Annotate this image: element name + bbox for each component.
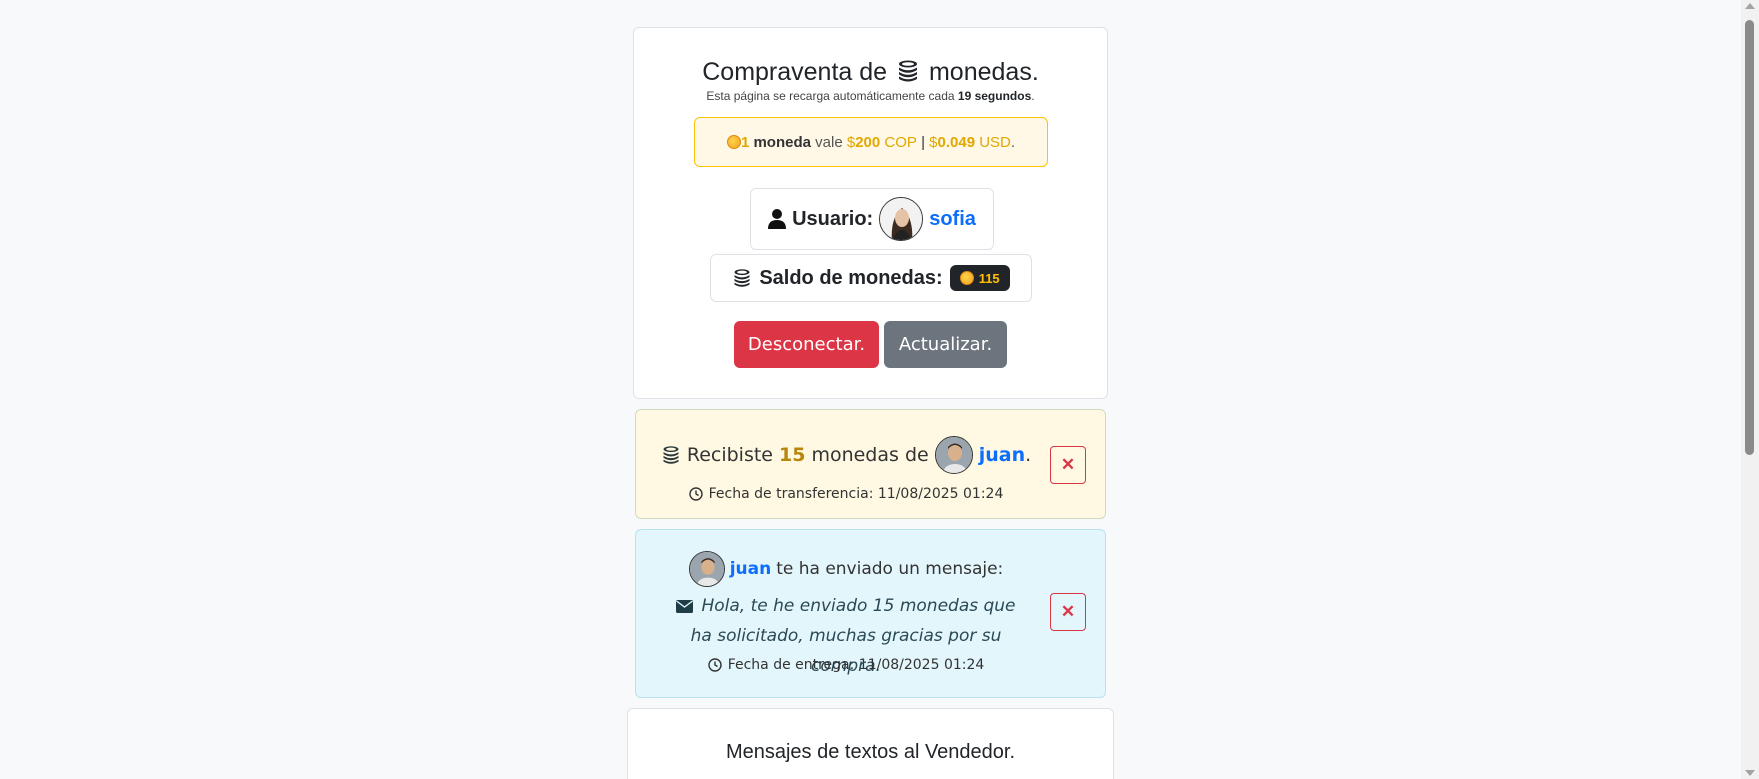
- envelope-icon: [676, 600, 694, 613]
- balance-box: Saldo de monedas: 115: [710, 254, 1032, 302]
- user-box: Usuario: sofia: [750, 188, 994, 250]
- balance-badge: 115: [949, 265, 1010, 291]
- page: Compraventa de monedas. Esta página se r…: [0, 0, 1759, 779]
- clock-icon: [688, 487, 703, 501]
- balance-value: 115: [978, 270, 1000, 286]
- transfer-alert: Recibiste 15 monedas de juan. Fecha de t…: [635, 409, 1106, 519]
- reload-notice: Esta página se recarga automáticamente c…: [634, 89, 1107, 103]
- coins-icon: [899, 60, 918, 82]
- transfer-prefix: Recibiste: [686, 444, 773, 466]
- transfer-middle: monedas de: [811, 444, 929, 466]
- user-icon: [768, 209, 787, 229]
- main-card: Compraventa de monedas. Esta página se r…: [633, 27, 1108, 399]
- transfer-amount: 15: [778, 444, 806, 466]
- page-title: Compraventa de monedas.: [634, 58, 1107, 87]
- price-coin-amount: 1: [740, 133, 750, 151]
- price-dollar-usd: $: [929, 133, 938, 151]
- coin-icon: [726, 135, 741, 149]
- reload-text-end: .: [1031, 89, 1035, 103]
- price-end: .: [1010, 133, 1016, 151]
- user-label: Usuario:: [792, 207, 874, 230]
- price-usd-label: USD: [979, 133, 1011, 151]
- scroll-down-arrow-icon[interactable]: [1745, 770, 1755, 776]
- price-separator: |: [921, 133, 925, 151]
- close-transfer-alert-button[interactable]: ✕: [1050, 446, 1086, 484]
- coin-icon: [959, 271, 974, 285]
- messages-card: Mensajes de textos al Vendedor.: [627, 708, 1114, 779]
- scrollbar-thumb[interactable]: [1745, 20, 1754, 455]
- refresh-button[interactable]: Actualizar.: [884, 321, 1007, 368]
- message-date: Fecha de entrega: 11/08/2025 01:24: [636, 657, 1056, 673]
- transfer-end: .: [1025, 444, 1032, 466]
- user-avatar: [879, 197, 924, 241]
- price-vale: vale: [815, 133, 843, 151]
- transfer-line: Recibiste 15 monedas de juan.: [636, 436, 1056, 474]
- price-coin-unit: moneda: [753, 133, 811, 151]
- price-cop-value: 200: [855, 133, 881, 151]
- title-text-before: Compraventa de: [702, 58, 888, 86]
- user-name-link[interactable]: sofia: [929, 208, 976, 231]
- price-dollar-cop: $: [846, 133, 856, 151]
- transfer-sender-link[interactable]: juan: [979, 444, 1025, 466]
- messages-section-title: Mensajes de textos al Vendedor.: [725, 741, 1016, 763]
- coin-price-box: 1 moneda vale $200 COP | $0.049 USD.: [694, 117, 1048, 167]
- sender-avatar: [688, 551, 725, 587]
- balance-label: Saldo de monedas:: [759, 266, 943, 289]
- scroll-up-arrow-icon[interactable]: [1745, 3, 1755, 9]
- message-header: juan te ha enviado un mensaje:: [636, 551, 1056, 587]
- reload-seconds: 19 segundos: [957, 89, 1032, 103]
- sender-avatar: [934, 436, 973, 474]
- clock-icon: [707, 658, 722, 672]
- reload-text: Esta página se recarga automáticamente c…: [706, 89, 955, 103]
- message-sender-link[interactable]: juan: [730, 559, 772, 579]
- title-text-after: monedas.: [928, 58, 1039, 86]
- transfer-date-text: Fecha de transferencia: 11/08/2025 01:24: [708, 486, 1004, 502]
- price-usd-value: 0.049: [937, 133, 976, 151]
- message-header-text: te ha enviado un mensaje:: [776, 559, 1004, 579]
- transfer-date: Fecha de transferencia: 11/08/2025 01:24: [636, 486, 1056, 502]
- disconnect-button[interactable]: Desconectar.: [734, 321, 879, 368]
- message-date-text: Fecha de entrega: 11/08/2025 01:24: [727, 657, 985, 673]
- coins-icon: [663, 446, 679, 464]
- message-alert: juan te ha enviado un mensaje: Hola, te …: [635, 529, 1106, 698]
- close-message-alert-button[interactable]: ✕: [1050, 593, 1086, 631]
- price-cop-label: COP: [884, 133, 917, 151]
- scrollbar[interactable]: [1741, 0, 1759, 779]
- coins-icon: [734, 269, 750, 287]
